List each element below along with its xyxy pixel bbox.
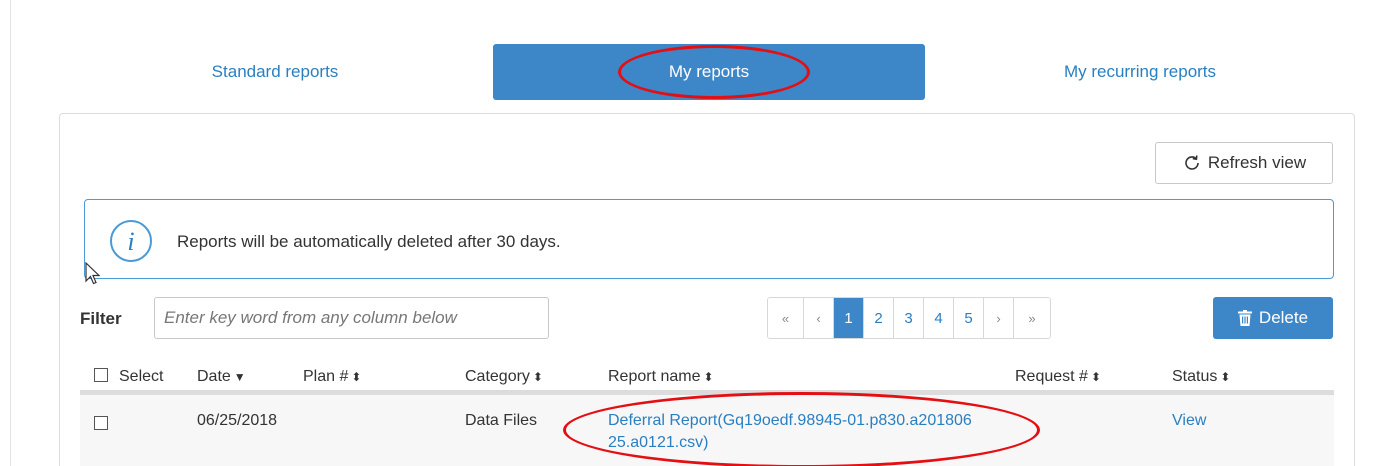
- sort-icon: ⬍: [1090, 370, 1101, 384]
- info-icon: i: [109, 219, 153, 263]
- column-header-category[interactable]: Category ⬍: [465, 368, 543, 386]
- left-divider: [10, 0, 11, 466]
- refresh-view-button[interactable]: Refresh view: [1155, 142, 1333, 184]
- page-5-button[interactable]: 5: [954, 298, 984, 338]
- mouse-pointer-icon: [85, 261, 101, 291]
- row-select-checkbox[interactable]: [94, 416, 108, 430]
- tab-my-recurring-reports[interactable]: My recurring reports: [985, 44, 1295, 100]
- row-report-name-link-continued[interactable]: 25.a0121.csv): [608, 434, 709, 452]
- column-header-plan-label: Plan #: [303, 368, 349, 385]
- sort-desc-icon: ▼: [233, 370, 246, 384]
- page-1-button[interactable]: 1: [834, 298, 864, 338]
- row-date: 06/25/2018: [197, 412, 278, 429]
- select-all-checkbox[interactable]: [94, 368, 108, 382]
- page-3-button[interactable]: 3: [894, 298, 924, 338]
- next-page-button[interactable]: ›: [984, 298, 1014, 338]
- refresh-icon: [1182, 153, 1202, 173]
- page-4-button[interactable]: 4: [924, 298, 954, 338]
- column-header-plan[interactable]: Plan # ⬍: [303, 368, 361, 386]
- sort-icon: ⬍: [351, 370, 362, 384]
- column-header-status-label: Status: [1172, 368, 1218, 385]
- trash-icon: [1237, 310, 1252, 326]
- row-report-name-link[interactable]: Deferral Report(Gq19oedf.98945-01.p830.a…: [608, 412, 972, 430]
- last-page-button[interactable]: »: [1014, 298, 1050, 338]
- filter-label: Filter: [80, 309, 122, 328]
- filter-input[interactable]: [154, 297, 549, 339]
- tab-my-reports[interactable]: My reports: [493, 44, 925, 100]
- column-header-date[interactable]: Date ▼: [197, 368, 246, 386]
- column-header-category-label: Category: [465, 368, 530, 385]
- column-header-status[interactable]: Status ⬍: [1172, 368, 1230, 386]
- column-header-select: Select: [119, 368, 164, 385]
- pagination: « ‹ 1 2 3 4 5 › »: [767, 297, 1051, 339]
- column-header-request-label: Request #: [1015, 368, 1088, 385]
- delete-label: Delete: [1258, 308, 1309, 327]
- sort-icon: ⬍: [532, 370, 543, 384]
- refresh-view-label: Refresh view: [1207, 153, 1307, 172]
- previous-page-button[interactable]: ‹: [804, 298, 834, 338]
- column-header-report-name-label: Report name: [608, 368, 701, 385]
- column-header-report-name[interactable]: Report name ⬍: [608, 368, 714, 386]
- info-message: Reports will be automatically deleted af…: [177, 232, 561, 251]
- svg-text:i: i: [127, 227, 134, 256]
- page-2-button[interactable]: 2: [864, 298, 894, 338]
- row-status-view-link[interactable]: View: [1172, 412, 1206, 430]
- sort-icon: ⬍: [703, 370, 714, 384]
- table-row: [80, 395, 1334, 466]
- info-alert: i Reports will be automatically deleted …: [84, 199, 1334, 279]
- delete-button[interactable]: Delete: [1213, 297, 1333, 339]
- column-header-request[interactable]: Request # ⬍: [1015, 368, 1101, 386]
- first-page-button[interactable]: «: [768, 298, 804, 338]
- sort-icon: ⬍: [1220, 370, 1231, 384]
- tab-standard-reports[interactable]: Standard reports: [120, 44, 430, 100]
- column-header-date-label: Date: [197, 368, 231, 385]
- row-category: Data Files: [465, 412, 538, 429]
